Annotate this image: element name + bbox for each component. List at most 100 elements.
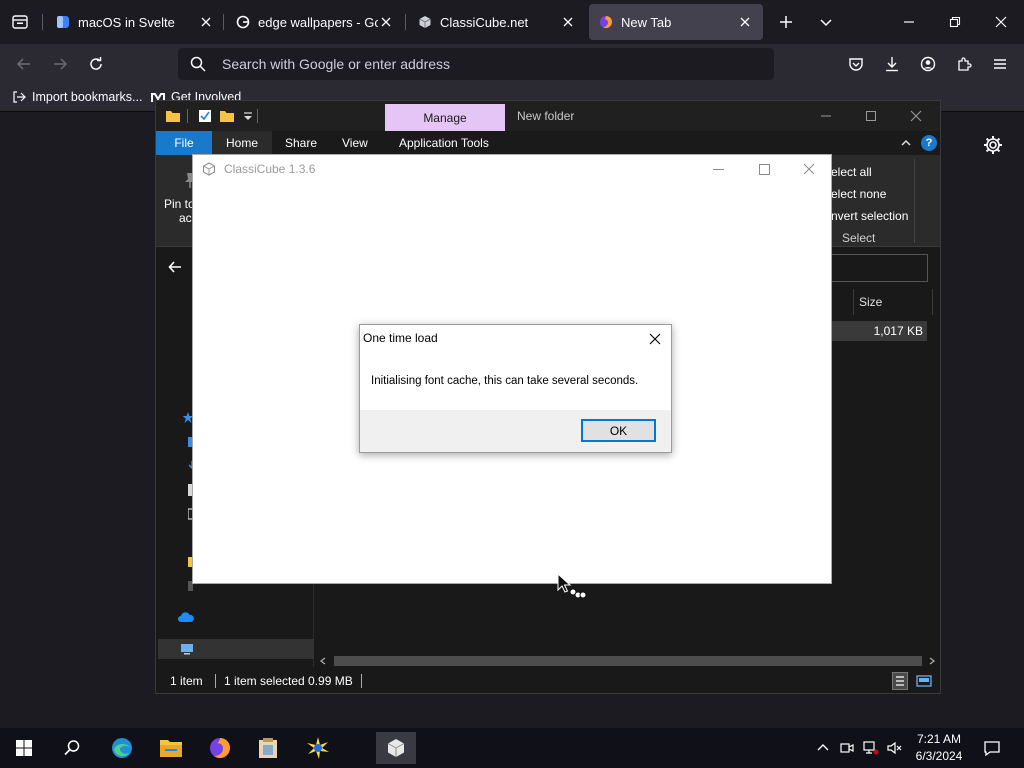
explorer-folder-title: New folder (517, 109, 575, 123)
extensions-button[interactable] (952, 52, 976, 76)
tab-list-icon (12, 15, 28, 29)
ok-button[interactable]: OK (581, 419, 656, 442)
pin-to-quick-access-label[interactable]: Pin to (164, 197, 195, 211)
file-row-size[interactable]: 1,017 KB (831, 321, 927, 341)
this-pc-item[interactable] (158, 639, 314, 659)
taskbar-classicube[interactable] (376, 732, 416, 764)
manage-contextual-tab[interactable]: Manage (385, 104, 505, 132)
list-tabs-dropdown-button[interactable] (814, 10, 838, 34)
restore-button[interactable] (932, 6, 978, 38)
computer-icon (181, 644, 193, 655)
taskbar-edge[interactable] (102, 732, 142, 764)
pocket-button[interactable] (844, 52, 868, 76)
tab-new-tab[interactable]: New Tab (589, 4, 763, 40)
arrow-left-icon (168, 261, 181, 273)
ribbon-tab-home[interactable]: Home (212, 131, 273, 155)
new-folder-icon[interactable] (219, 108, 235, 124)
close-tab-icon[interactable] (737, 14, 753, 30)
dialog-close-button[interactable] (642, 328, 668, 350)
arrow-right-icon (54, 58, 68, 70)
explorer-back-button[interactable] (168, 260, 182, 277)
dialog-title: One time load (363, 331, 438, 345)
onedrive-icon[interactable] (178, 611, 194, 623)
tab-macos-in-svelte[interactable]: macOS in Svelte (46, 4, 224, 40)
url-bar[interactable]: Search with Google or enter address (178, 48, 774, 80)
reload-button[interactable] (84, 52, 108, 76)
classicube-maximize-button[interactable] (741, 155, 787, 183)
horizontal-scrollbar[interactable] (316, 653, 940, 669)
size-column-header[interactable]: Size (853, 289, 933, 315)
close-tab-icon[interactable] (560, 14, 576, 30)
close-tab-icon[interactable] (198, 14, 214, 30)
taskbar-clock[interactable]: 7:21 AM 6/3/2024 (910, 731, 968, 765)
customize-toolbar-icon[interactable] (240, 108, 256, 124)
ribbon-tab-application-tools[interactable]: Application Tools (385, 131, 503, 155)
close-icon (803, 163, 815, 175)
close-icon (995, 16, 1007, 28)
ribbon-tab-share[interactable]: Share (271, 131, 331, 155)
invert-selection-button[interactable]: nvert selection (831, 209, 908, 223)
tab-edge-wallpapers[interactable]: edge wallpapers - Goo (226, 4, 404, 40)
large-icons-view-button[interactable] (916, 673, 932, 689)
select-all-button[interactable]: elect all (831, 165, 872, 179)
explorer-status-bar: 1 item 1 item selected 0.99 MB (156, 669, 940, 693)
close-icon (649, 333, 661, 345)
qa-separator (257, 109, 258, 123)
firefox-icon (210, 738, 230, 758)
new-tab-settings-button[interactable] (982, 134, 1004, 156)
taskbar-file-explorer[interactable] (151, 732, 191, 764)
scrollbar-thumb[interactable] (334, 656, 922, 666)
large-icons-view-icon (916, 675, 932, 687)
explorer-minimize-button[interactable] (804, 105, 848, 127)
volume-muted-icon[interactable] (886, 740, 902, 756)
gear-icon (984, 136, 1002, 154)
taskbar-search-button[interactable] (52, 732, 92, 764)
status-separator (215, 674, 216, 688)
ribbon-group-divider (914, 159, 915, 243)
network-icon[interactable] (863, 740, 879, 756)
taskbar-firefox[interactable] (200, 732, 240, 764)
qa-separator (187, 109, 188, 123)
taskbar-archive-app[interactable] (248, 732, 288, 764)
classicube-close-button[interactable] (786, 155, 832, 183)
close-tab-icon[interactable] (378, 14, 394, 30)
bookmark-import[interactable]: Import bookmarks... (12, 90, 142, 104)
classicube-minimize-button[interactable] (695, 155, 741, 183)
downloads-button[interactable] (880, 52, 904, 76)
help-icon[interactable]: ? (921, 135, 937, 151)
hamburger-menu-icon (994, 59, 1006, 69)
ribbon-tab-file[interactable]: File (156, 131, 212, 155)
back-button[interactable] (12, 52, 36, 76)
search-icon (64, 740, 80, 756)
start-button[interactable] (4, 732, 44, 764)
close-window-button[interactable] (978, 6, 1024, 38)
tab-classicube-net[interactable]: ClassiCube.net (408, 4, 586, 40)
properties-icon[interactable] (197, 108, 213, 124)
import-icon (13, 91, 26, 103)
ribbon-tab-view[interactable]: View (328, 131, 382, 155)
maximize-icon (866, 111, 876, 121)
notifications-icon[interactable] (983, 739, 1001, 757)
account-button[interactable] (916, 52, 940, 76)
details-view-button[interactable] (892, 672, 908, 690)
download-icon (886, 57, 898, 72)
forward-button[interactable] (48, 52, 72, 76)
list-all-tabs-button[interactable] (8, 10, 32, 34)
classicube-favicon-icon (419, 16, 431, 28)
explorer-maximize-button[interactable] (849, 105, 893, 127)
select-none-button[interactable]: elect none (831, 187, 886, 201)
collapse-ribbon-icon[interactable] (900, 137, 912, 152)
explorer-close-button[interactable] (894, 105, 938, 127)
explorer-search-box[interactable] (831, 254, 928, 282)
meet-now-icon[interactable] (839, 740, 855, 756)
status-selection: 1 item selected 0.99 MB (224, 674, 353, 688)
show-hidden-icons-icon[interactable] (815, 740, 831, 756)
new-tab-button[interactable] (774, 10, 798, 34)
puzzle-icon (958, 57, 972, 71)
app-menu-button[interactable] (988, 52, 1012, 76)
macos-favicon-icon (57, 16, 69, 28)
taskbar-starburst-app[interactable] (298, 732, 338, 764)
search-icon (190, 56, 206, 72)
folder-icon (166, 111, 180, 122)
minimize-button[interactable] (886, 6, 932, 38)
